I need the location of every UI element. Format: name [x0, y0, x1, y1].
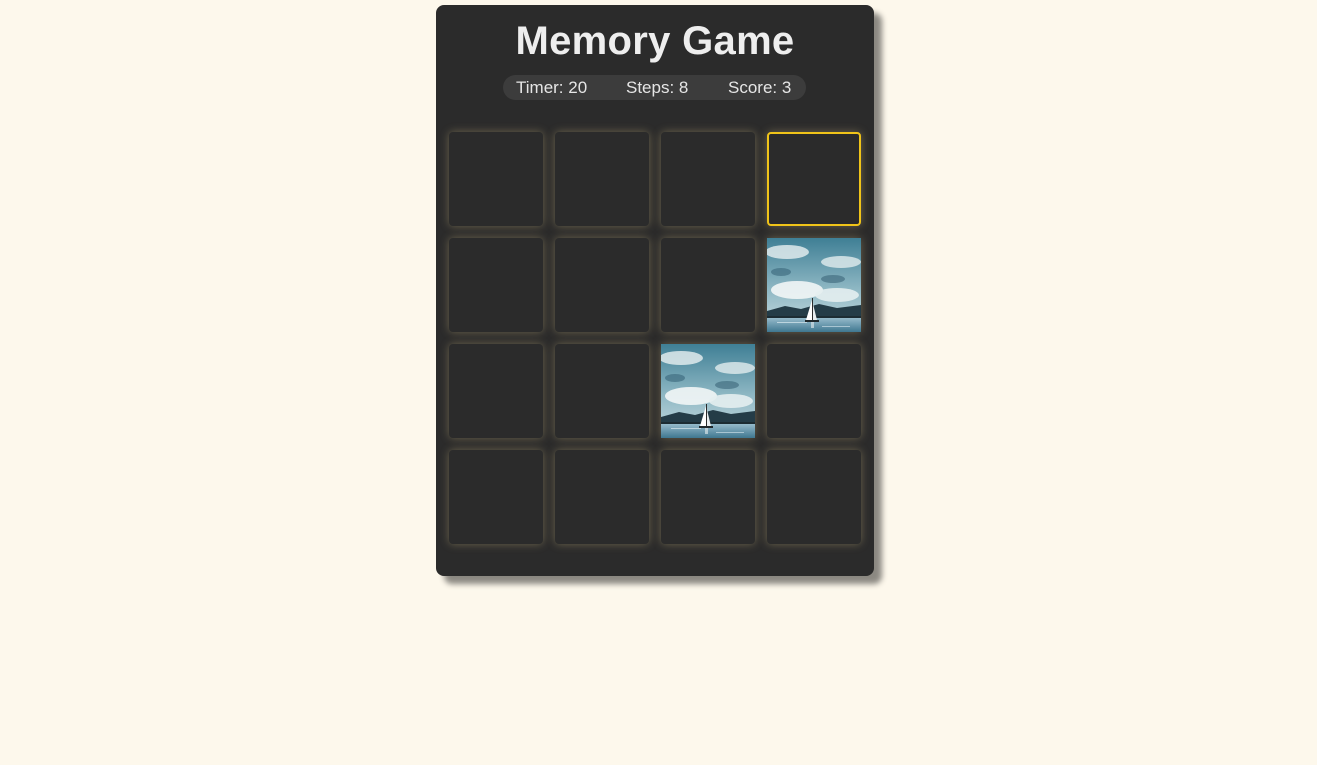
memory-card-14[interactable]	[555, 450, 649, 544]
memory-card-2[interactable]	[555, 132, 649, 226]
memory-card-3[interactable]	[661, 132, 755, 226]
memory-card-6[interactable]	[555, 238, 649, 332]
memory-card-11[interactable]	[661, 344, 755, 438]
memory-card-10[interactable]	[555, 344, 649, 438]
memory-card-7[interactable]	[661, 238, 755, 332]
card-grid	[449, 132, 861, 545]
game-panel: Memory Game Timer: 20 Steps: 8 Score: 3	[436, 5, 874, 576]
score-readout: Score: 3	[728, 78, 792, 97]
sailboat-lake-image	[767, 238, 861, 332]
game-title: Memory Game	[515, 19, 795, 63]
memory-card-9[interactable]	[449, 344, 543, 438]
stats-bar: Timer: 20 Steps: 8 Score: 3	[503, 75, 806, 100]
memory-card-15[interactable]	[661, 450, 755, 544]
memory-card-8[interactable]	[767, 238, 861, 332]
steps-readout: Steps: 8	[626, 78, 689, 97]
memory-card-5[interactable]	[449, 238, 543, 332]
sailboat-lake-image	[661, 344, 755, 438]
memory-card-12[interactable]	[767, 344, 861, 438]
memory-card-13[interactable]	[449, 450, 543, 544]
timer-readout: Timer: 20	[516, 78, 588, 97]
memory-card-4[interactable]	[767, 132, 861, 226]
memory-card-1[interactable]	[449, 132, 543, 226]
memory-card-16[interactable]	[767, 450, 861, 544]
